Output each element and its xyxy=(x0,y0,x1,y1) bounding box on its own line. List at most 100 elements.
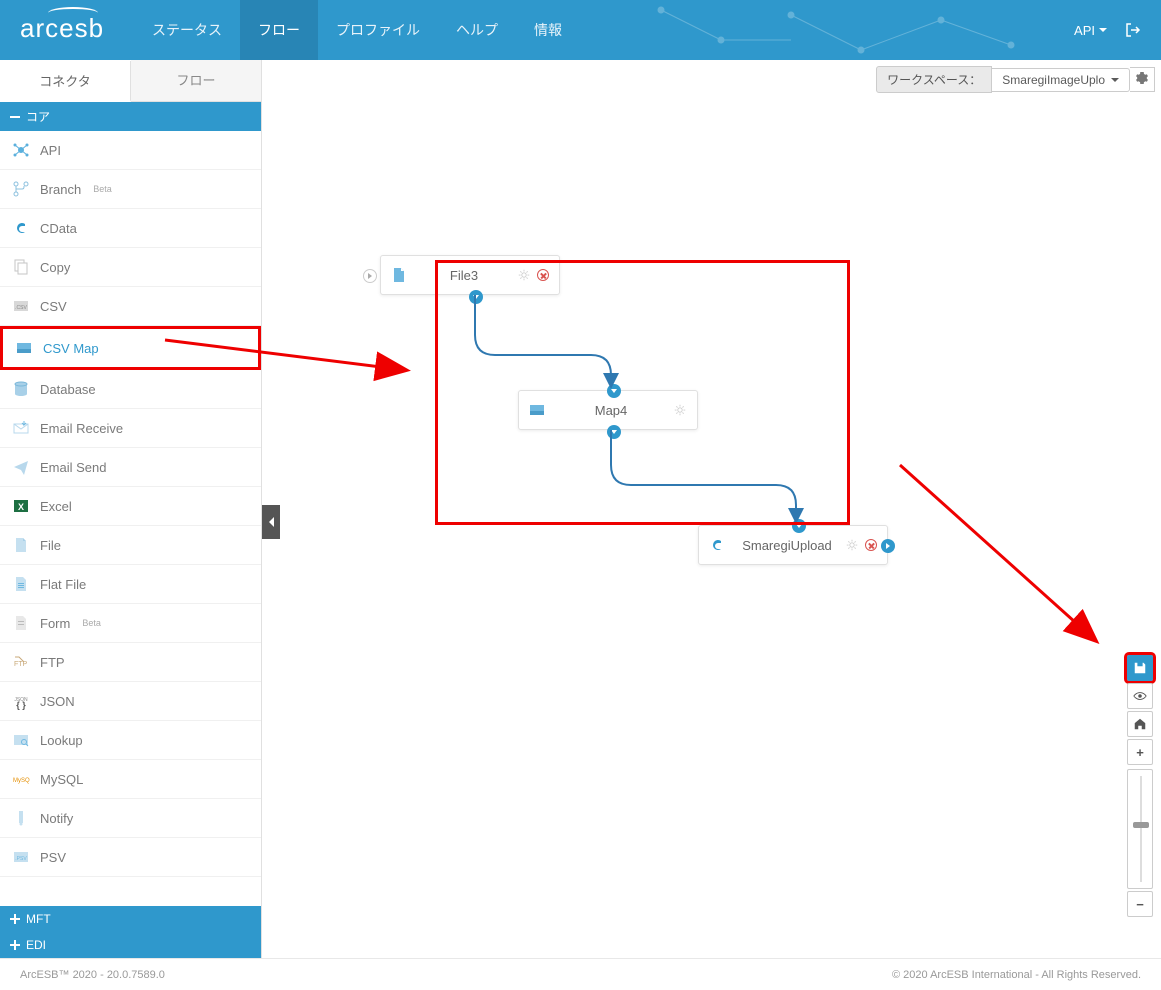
sidebar: コネクタ フロー コア APIBranchBetaCDataCopy.CSVCS… xyxy=(0,60,262,958)
connector-csvmap[interactable]: CSV Map xyxy=(0,326,261,370)
connector-lookup[interactable]: Lookup xyxy=(0,721,261,760)
node-smaregiupload[interactable]: SmaregiUpload xyxy=(698,525,888,565)
node-port-out-bottom[interactable] xyxy=(607,425,621,439)
connector-api[interactable]: API xyxy=(0,131,261,170)
save-button[interactable] xyxy=(1127,655,1153,681)
node-map4[interactable]: Map4 xyxy=(518,390,698,430)
logo: arcesb xyxy=(0,13,134,44)
zoom-out-button[interactable]: − xyxy=(1127,891,1153,917)
plus-icon: + xyxy=(1136,745,1144,760)
expand-icon xyxy=(10,914,20,924)
zoom-slider[interactable] xyxy=(1127,769,1153,889)
sidebar-collapse-handle[interactable] xyxy=(262,505,280,539)
connector-mysql[interactable]: MySQLMySQL xyxy=(0,760,261,799)
node-port-in[interactable] xyxy=(363,269,377,283)
node-port-out[interactable] xyxy=(881,539,895,553)
node-port-out-bottom[interactable] xyxy=(469,290,483,304)
nav-profile[interactable]: プロファイル xyxy=(318,0,438,60)
save-icon xyxy=(1133,661,1147,675)
zoom-in-button[interactable]: + xyxy=(1127,739,1153,765)
tab-flows[interactable]: フロー xyxy=(131,60,261,101)
connector-database[interactable]: Database xyxy=(0,370,261,409)
category-edi[interactable]: EDI xyxy=(0,932,261,958)
nav-info[interactable]: 情報 xyxy=(516,0,580,60)
connector-excel[interactable]: XExcel xyxy=(0,487,261,526)
flatfile-icon xyxy=(12,575,30,593)
form-icon xyxy=(12,614,30,632)
connector-label: CSV Map xyxy=(43,341,99,356)
connector-label: JSON xyxy=(40,694,75,709)
workspace-label: ワークスペース： xyxy=(876,66,992,93)
node-file3[interactable]: File3 xyxy=(380,255,560,295)
connector-label: CSV xyxy=(40,299,67,314)
connector-copy[interactable]: Copy xyxy=(0,248,261,287)
tab-connectors[interactable]: コネクタ xyxy=(0,61,131,102)
home-button[interactable] xyxy=(1127,711,1153,737)
connector-psv[interactable]: .PSVPSV xyxy=(0,838,261,877)
expand-icon xyxy=(10,940,20,950)
database-icon xyxy=(12,380,30,398)
branch-icon xyxy=(12,180,30,198)
workspace-settings-button[interactable] xyxy=(1130,67,1155,92)
beta-badge: Beta xyxy=(93,184,112,194)
connector-label: Email Send xyxy=(40,460,106,475)
connector-emailsend[interactable]: Email Send xyxy=(0,448,261,487)
nav-help[interactable]: ヘルプ xyxy=(438,0,516,60)
csvmap-icon xyxy=(529,402,545,418)
category-mft[interactable]: MFT xyxy=(0,906,261,932)
connector-notify[interactable]: Notify xyxy=(0,799,261,838)
connector-label: Database xyxy=(40,382,96,397)
csvmap-icon xyxy=(15,339,33,357)
connector-ftp[interactable]: FTPFTP xyxy=(0,643,261,682)
connector-cdata[interactable]: CData xyxy=(0,209,261,248)
nav-flow[interactable]: フロー xyxy=(240,0,318,60)
category-edi-label: EDI xyxy=(26,938,46,952)
caret-down-icon xyxy=(1099,28,1107,32)
connector-label: Form xyxy=(40,616,70,631)
nav-status[interactable]: ステータス xyxy=(134,0,240,60)
node-label: SmaregiUpload xyxy=(735,538,839,553)
psv-icon: .PSV xyxy=(12,848,30,866)
file-icon xyxy=(391,267,407,283)
gear-icon[interactable] xyxy=(517,268,531,282)
canvas-toolbar: + − xyxy=(1127,655,1153,917)
lookup-icon xyxy=(12,731,30,749)
connector-label: Excel xyxy=(40,499,72,514)
logout-icon[interactable] xyxy=(1125,22,1141,38)
delete-icon[interactable] xyxy=(865,539,877,551)
connector-label: Lookup xyxy=(40,733,83,748)
connector-flatfile[interactable]: Flat File xyxy=(0,565,261,604)
api-dropdown[interactable]: API xyxy=(1074,23,1107,38)
view-button[interactable] xyxy=(1127,683,1153,709)
connector-json[interactable]: JSON{ }JSON xyxy=(0,682,261,721)
connector-label: Notify xyxy=(40,811,73,826)
delete-icon[interactable] xyxy=(537,269,549,281)
node-port-in-top[interactable] xyxy=(792,519,806,533)
flow-canvas[interactable]: File3 Map4 SmaregiUpload xyxy=(280,95,1161,958)
flow-connections xyxy=(280,95,1161,795)
eye-icon xyxy=(1133,689,1147,703)
node-port-in-top[interactable] xyxy=(607,384,621,398)
connector-file[interactable]: File xyxy=(0,526,261,565)
svg-text:MySQL: MySQL xyxy=(13,778,30,784)
connector-label: Email Receive xyxy=(40,421,123,436)
emailrecv-icon xyxy=(12,419,30,437)
api-label: API xyxy=(1074,23,1095,38)
connector-emailrecv[interactable]: Email Receive xyxy=(0,409,261,448)
workspace-select[interactable]: SmaregiImageUplo xyxy=(992,68,1130,92)
gear-icon[interactable] xyxy=(673,403,687,417)
file-icon xyxy=(12,536,30,554)
api-icon xyxy=(12,141,30,159)
gear-icon[interactable] xyxy=(845,538,859,552)
notify-icon xyxy=(12,809,30,827)
footer-version: ArcESB™ 2020 - 20.0.7589.0 xyxy=(20,969,165,981)
svg-text:{ }: { } xyxy=(16,700,26,710)
cdata-icon xyxy=(12,219,30,237)
connector-branch[interactable]: BranchBeta xyxy=(0,170,261,209)
emailsend-icon xyxy=(12,458,30,476)
connector-label: FTP xyxy=(40,655,65,670)
category-core[interactable]: コア xyxy=(0,102,261,131)
connector-form[interactable]: FormBeta xyxy=(0,604,261,643)
collapse-icon xyxy=(10,112,20,122)
connector-csv[interactable]: .CSVCSV xyxy=(0,287,261,326)
